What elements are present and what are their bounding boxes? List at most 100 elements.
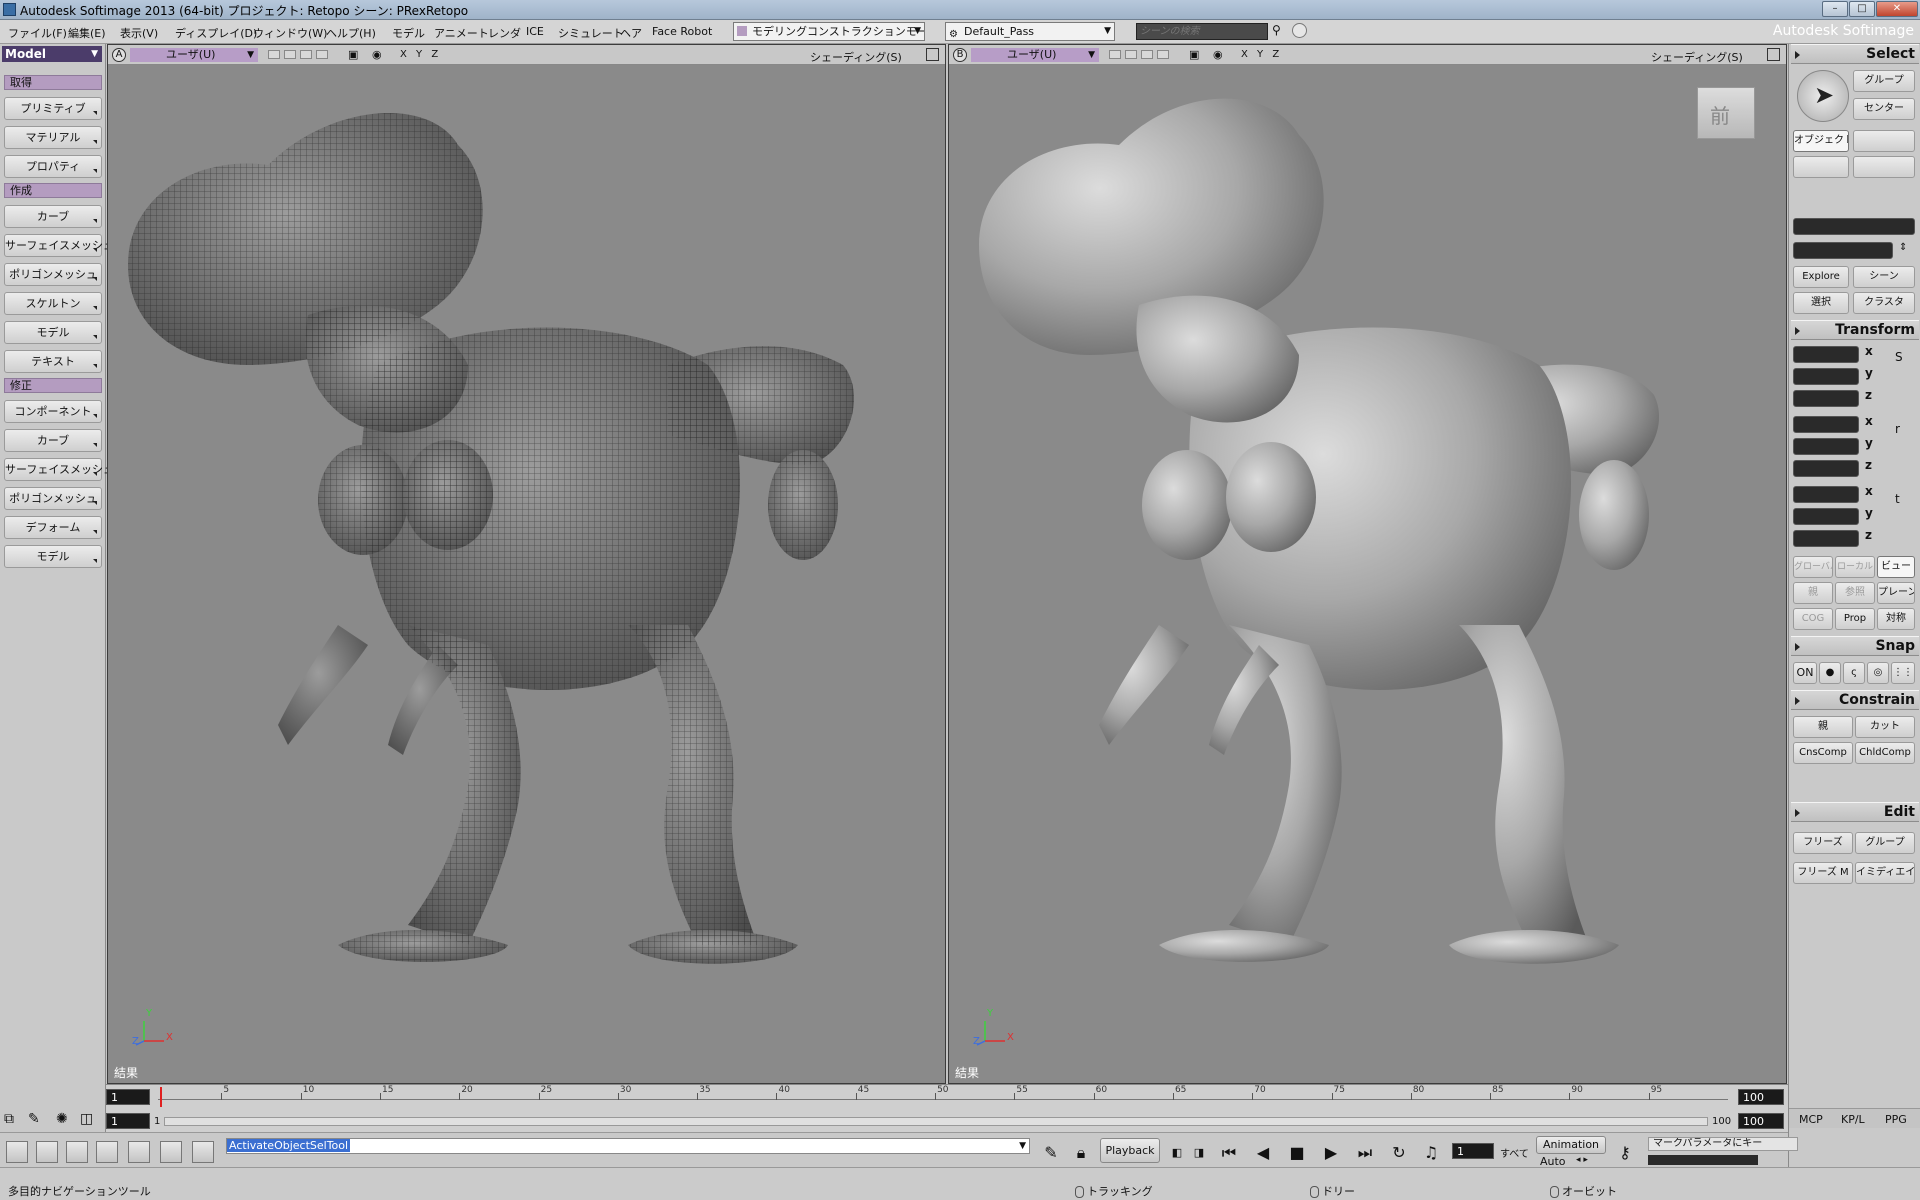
local-button[interactable]: ローカル (1835, 556, 1875, 578)
lock-icon[interactable]: 🔒︎ (1068, 1141, 1094, 1165)
stop-icon[interactable]: ■ (1284, 1141, 1310, 1165)
construction-mode-select[interactable]: モデリングコンストラクションモード ▼ (733, 22, 925, 41)
viewport-b-shading-menu[interactable]: シェーディング(S) (1651, 49, 1743, 65)
timeline-start-field[interactable]: 1 (106, 1089, 150, 1105)
property-button[interactable]: プロパティ (4, 155, 102, 178)
viewport-a[interactable]: A ユーザ(U) ▼ ▣ ◉ X Y Z シェーディング(S) Y X Z 結果 (107, 44, 946, 1084)
select-center-button[interactable]: センター (1853, 98, 1915, 120)
scale-x-field[interactable] (1793, 346, 1859, 363)
last-frame-icon[interactable]: ⏭ (1352, 1141, 1378, 1165)
script-editor-icon[interactable]: ✎ (1038, 1141, 1064, 1165)
translate-x-field[interactable] (1793, 486, 1859, 503)
timeline-track[interactable]: 5 10 15 20 25 30 35 40 45 50 55 60 65 70 75 80 85 90 95 (158, 1085, 1728, 1107)
animation-menu-button[interactable]: Animation (1536, 1136, 1606, 1154)
prop-button[interactable]: Prop (1835, 608, 1875, 630)
view-button[interactable]: ビュー (1877, 556, 1915, 578)
viewport-a-canvas[interactable]: Y X Z 結果 (108, 65, 945, 1083)
split-view-icon[interactable]: ◫ (80, 1111, 93, 1127)
translate-icon[interactable]: t (1895, 492, 1900, 506)
tab-mcp[interactable]: MCP (1799, 1113, 1823, 1126)
layout-single-icon[interactable] (6, 1141, 28, 1163)
current-frame-field[interactable]: 1 (1452, 1143, 1494, 1159)
eye-icon[interactable]: ◉ (372, 48, 382, 61)
viewport-a-letter[interactable]: A (112, 48, 126, 62)
scale-z-field[interactable] (1793, 390, 1859, 407)
select-object-button[interactable]: オブジェクト (1793, 130, 1849, 152)
viewport-a-axis-toggles[interactable]: X Y Z (400, 49, 441, 60)
layout-quad-icon[interactable] (128, 1141, 150, 1163)
menu-model[interactable]: モデル (392, 25, 425, 41)
maximize-viewport-icon[interactable] (926, 48, 939, 61)
select-blank-button-3[interactable] (1853, 156, 1915, 178)
menu-simulate[interactable]: シミュレート (558, 25, 624, 41)
wrench-icon[interactable]: ✎ (28, 1111, 40, 1127)
snap-grid-icon[interactable]: ⋮⋮ (1891, 662, 1915, 684)
range-end-field[interactable]: 100 (1738, 1113, 1784, 1129)
select-group-button[interactable]: グループ (1853, 70, 1915, 92)
viewport-b-axis-toggles[interactable]: X Y Z (1241, 49, 1282, 60)
viewport-b-canvas[interactable]: 前 Y X Z 結果 (949, 65, 1786, 1083)
edit-group-button[interactable]: グループ (1855, 832, 1915, 854)
viewport-a-slot-3[interactable] (300, 50, 312, 59)
toolbar-mode-select[interactable]: Model ▼ (2, 46, 102, 62)
translate-z-field[interactable] (1793, 530, 1859, 547)
viewport-b-camera-select[interactable]: ユーザ(U) ▼ (971, 48, 1099, 62)
chldcomp-button[interactable]: ChldComp (1855, 742, 1915, 764)
viewport-b-letter[interactable]: B (953, 48, 967, 62)
layout-icon[interactable]: ⧉ (4, 1111, 14, 1127)
menu-render[interactable]: レンダ (488, 25, 521, 41)
snap-header[interactable]: Snap (1791, 636, 1919, 656)
all-label[interactable]: すべて (1500, 1145, 1529, 1160)
viewport-a-camera-select[interactable]: ユーザ(U) ▼ (130, 48, 258, 62)
viewport-b[interactable]: B ユーザ(U) ▼ ▣ ◉ X Y Z シェーディング(S) 前 Y X Z … (948, 44, 1787, 1084)
eye-icon[interactable]: ◉ (1213, 48, 1223, 61)
scale-icon[interactable]: S (1895, 350, 1903, 364)
section-create[interactable]: 作成 (4, 183, 102, 198)
key-icon[interactable]: ⚷ (1612, 1141, 1638, 1165)
select-blank-button[interactable] (1853, 130, 1915, 152)
menu-file[interactable]: ファイル(F) (8, 25, 67, 41)
transform-header[interactable]: Transform (1791, 320, 1919, 340)
modify-model-button[interactable]: モデル (4, 545, 102, 568)
select-header[interactable]: Select (1791, 44, 1919, 64)
layout-right-icon[interactable] (160, 1141, 182, 1163)
reference-button[interactable]: 参照 (1835, 582, 1875, 604)
menu-animate[interactable]: アニメート (434, 25, 489, 41)
create-skeleton-button[interactable]: スケルトン (4, 292, 102, 315)
viewport-b-slot-3[interactable] (1141, 50, 1153, 59)
spinner-icon[interactable]: ⇕ (1899, 242, 1907, 253)
marked-params-key-button[interactable]: マークパラメータにキー (1648, 1137, 1798, 1151)
tab-kpl[interactable]: KP/L (1841, 1113, 1865, 1126)
section-modify[interactable]: 修正 (4, 378, 102, 393)
loop-icon[interactable]: ↻ (1386, 1141, 1412, 1165)
material-button[interactable]: マテリアル (4, 126, 102, 149)
playback-menu-button[interactable]: Playback (1100, 1138, 1160, 1163)
snap-point-icon[interactable]: ● (1819, 662, 1841, 684)
render-icon[interactable]: ✺ (56, 1111, 68, 1127)
menu-display[interactable]: ディスプレイ(D) (175, 25, 257, 41)
cluster-button[interactable]: クラスタ (1853, 292, 1915, 314)
view-cube[interactable]: 前 (1697, 87, 1755, 139)
edit-header[interactable]: Edit (1791, 802, 1919, 822)
clear-search-icon[interactable] (1292, 23, 1307, 38)
menu-ice[interactable]: ICE (526, 25, 544, 38)
freeze-m-button[interactable]: フリーズ M (1793, 862, 1853, 884)
create-model-button[interactable]: モデル (4, 321, 102, 344)
rotate-icon[interactable]: r (1895, 422, 1900, 436)
rotate-y-field[interactable] (1793, 438, 1859, 455)
translate-y-field[interactable] (1793, 508, 1859, 525)
constrain-parent-button[interactable]: 親 (1793, 716, 1853, 738)
render-pass-select[interactable]: ⚙ Default_Pass ▼ (945, 22, 1115, 41)
tab-ppg[interactable]: PPG (1885, 1113, 1907, 1126)
create-polygon-mesh-button[interactable]: ポリゴンメッシュ (4, 263, 102, 286)
rotate-z-field[interactable] (1793, 460, 1859, 477)
chevron-down-icon[interactable]: ▼ (1019, 1139, 1026, 1153)
selection-filter-field[interactable] (1793, 242, 1893, 259)
rotate-x-field[interactable] (1793, 416, 1859, 433)
deform-button[interactable]: デフォーム (4, 516, 102, 539)
menu-help[interactable]: ヘルプ(H) (326, 25, 376, 41)
layout-custom-icon[interactable] (192, 1141, 214, 1163)
create-surface-mesh-button[interactable]: サーフェイスメッシュ (4, 234, 114, 257)
scene-button[interactable]: シーン (1853, 266, 1915, 288)
constrain-header[interactable]: Constrain (1791, 690, 1919, 710)
